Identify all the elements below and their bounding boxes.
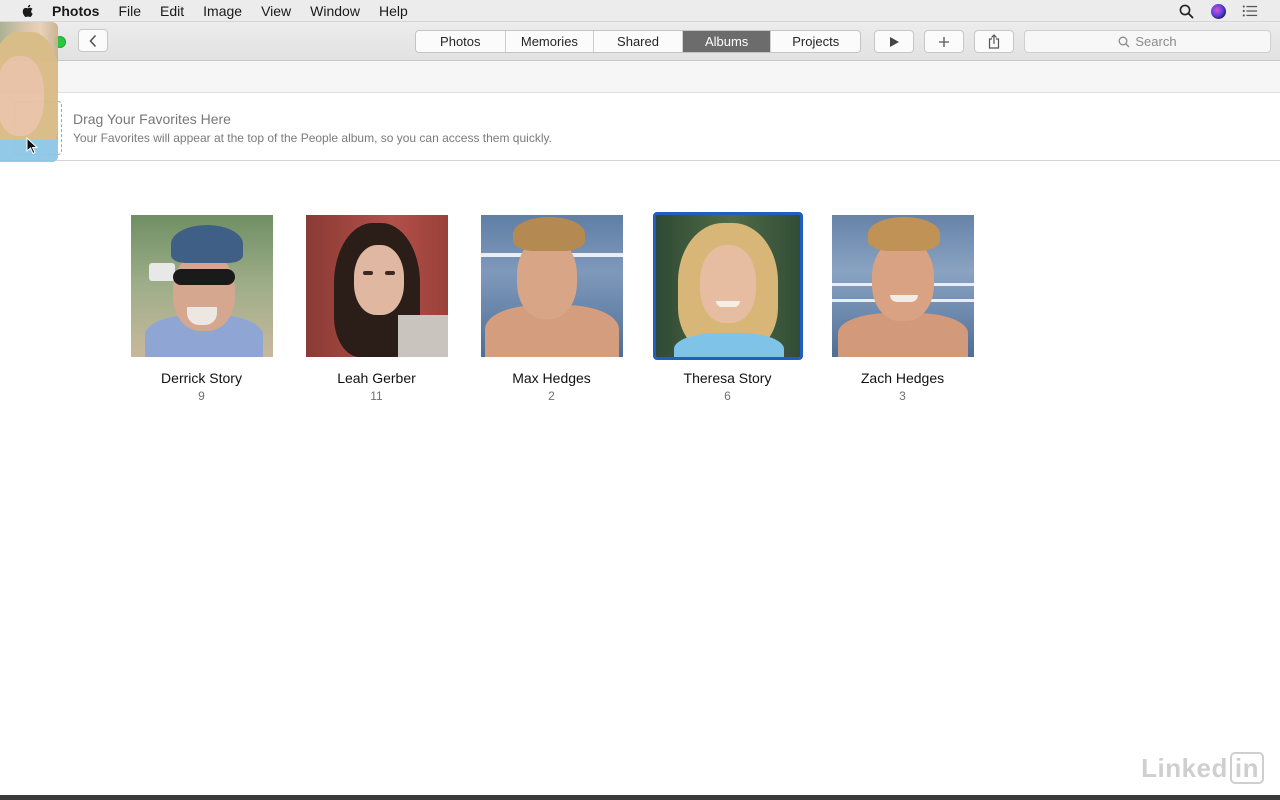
siri-icon[interactable] bbox=[1210, 3, 1226, 19]
person-face-thumbnail[interactable] bbox=[831, 215, 974, 357]
play-icon bbox=[890, 36, 899, 47]
back-button[interactable] bbox=[78, 29, 108, 52]
person-name: Leah Gerber bbox=[337, 370, 416, 386]
favorites-drop-area[interactable]: Drag Your Favorites Here Your Favorites … bbox=[0, 93, 1280, 161]
tab-photos[interactable]: Photos bbox=[416, 31, 506, 52]
menu-view[interactable]: View bbox=[261, 3, 291, 19]
person-tile-zach-hedges[interactable]: Zach Hedges 3 bbox=[815, 215, 990, 403]
apple-menu-icon[interactable] bbox=[20, 3, 36, 19]
mouse-pointer-icon bbox=[26, 137, 38, 155]
tab-memories[interactable]: Memories bbox=[506, 31, 595, 52]
share-button[interactable] bbox=[974, 30, 1014, 53]
share-icon bbox=[988, 34, 1000, 49]
person-tile-theresa-story[interactable]: Theresa Story 6 bbox=[640, 212, 815, 403]
menu-bar: Photos File Edit Image View Window Help bbox=[0, 0, 1280, 22]
menu-edit[interactable]: Edit bbox=[160, 3, 184, 19]
person-name: Zach Hedges bbox=[860, 370, 945, 386]
person-photo-count: 3 bbox=[899, 389, 906, 403]
search-icon bbox=[1118, 36, 1130, 48]
favorites-title: Drag Your Favorites Here bbox=[73, 111, 231, 127]
menu-app-name[interactable]: Photos bbox=[52, 3, 99, 19]
menu-file[interactable]: File bbox=[118, 3, 141, 19]
search-field[interactable]: Search bbox=[1024, 30, 1271, 53]
people-grid: Derrick Story 9 Leah Gerber 11 Max Hedge… bbox=[0, 161, 1280, 461]
notification-center-icon[interactable] bbox=[1242, 3, 1258, 19]
plus-icon bbox=[939, 36, 949, 47]
person-name: Theresa Story bbox=[683, 370, 772, 386]
person-tile-leah-gerber[interactable]: Leah Gerber 11 bbox=[289, 215, 464, 403]
tab-projects[interactable]: Projects bbox=[771, 31, 860, 52]
person-tile-max-hedges[interactable]: Max Hedges 2 bbox=[464, 215, 639, 403]
person-tile-derrick-story[interactable]: Derrick Story 9 bbox=[114, 215, 289, 403]
person-photo-count: 11 bbox=[370, 389, 383, 403]
search-placeholder: Search bbox=[1135, 34, 1177, 49]
person-face-thumbnail[interactable] bbox=[652, 212, 803, 360]
watermark-box-text: in bbox=[1229, 752, 1264, 784]
menu-window[interactable]: Window bbox=[310, 3, 360, 19]
person-name: Max Hedges bbox=[512, 370, 591, 386]
tab-albums[interactable]: Albums bbox=[682, 31, 772, 52]
window-toolbar: Photos Memories Shared Albums Projects S… bbox=[0, 22, 1280, 61]
watermark-text: Linked bbox=[1141, 752, 1228, 783]
slideshow-button[interactable] bbox=[874, 30, 914, 53]
screen-bottom-edge bbox=[0, 795, 1280, 800]
menu-help[interactable]: Help bbox=[379, 3, 408, 19]
tab-shared[interactable]: Shared bbox=[594, 31, 683, 52]
person-face-thumbnail[interactable] bbox=[130, 215, 273, 357]
view-tabs: Photos Memories Shared Albums Projects bbox=[415, 30, 861, 53]
content-header-bar bbox=[0, 61, 1280, 93]
person-photo-count: 6 bbox=[724, 389, 731, 403]
favorites-subtitle: Your Favorites will appear at the top of… bbox=[73, 131, 552, 145]
person-name: Derrick Story bbox=[161, 370, 242, 386]
linkedin-watermark-logo: Linked in bbox=[1141, 752, 1264, 784]
menu-image[interactable]: Image bbox=[203, 3, 242, 19]
person-photo-count: 2 bbox=[548, 389, 555, 403]
person-face-thumbnail[interactable] bbox=[480, 215, 623, 357]
chevron-left-icon bbox=[89, 34, 97, 47]
person-photo-count: 9 bbox=[198, 389, 205, 403]
spotlight-search-icon[interactable] bbox=[1178, 3, 1194, 19]
add-button[interactable] bbox=[924, 30, 964, 53]
person-face-thumbnail[interactable] bbox=[305, 215, 448, 357]
